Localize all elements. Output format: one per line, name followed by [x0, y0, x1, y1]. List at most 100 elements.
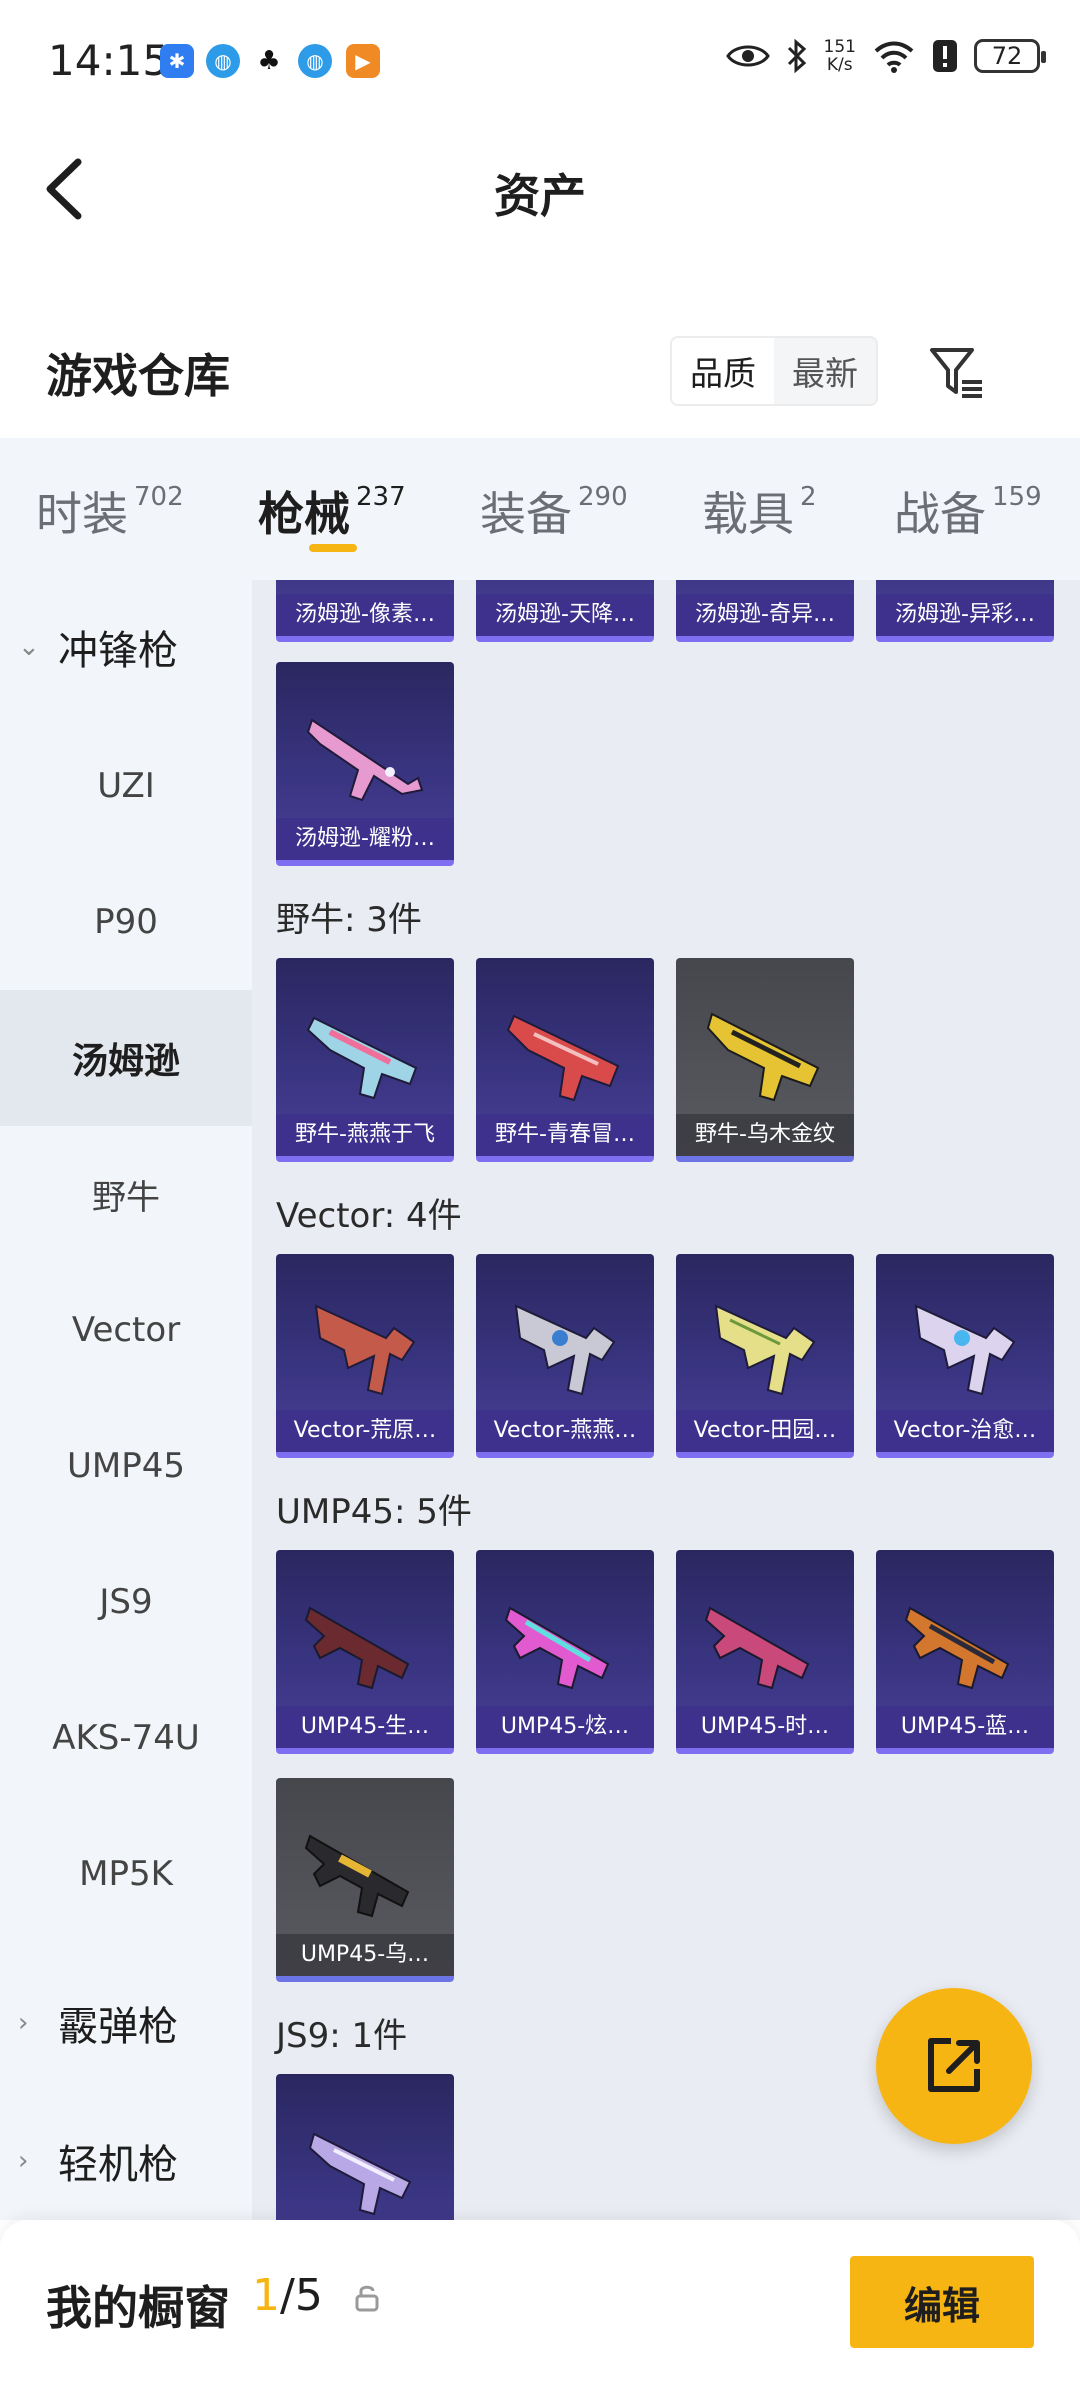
network-speed-value: 151	[823, 37, 856, 57]
sidebar-item-p90[interactable]: P90	[0, 854, 252, 990]
skin-card[interactable]: 野牛-青春冒…	[476, 958, 654, 1162]
tab-vehicles[interactable]: 载具 2	[702, 478, 817, 544]
sidebar-item-js9[interactable]: JS9	[0, 1534, 252, 1670]
tab-label: 时装	[36, 487, 128, 541]
skin-card[interactable]: UMP45-蓝…	[876, 1550, 1054, 1754]
skin-name: 汤姆逊-耀粉…	[276, 818, 454, 860]
section-title-bizon: 野牛: 3件	[276, 900, 422, 940]
page-header: 资产	[0, 124, 1080, 254]
active-tab-indicator	[309, 544, 357, 552]
sidebar-category-label: 轻机枪	[58, 2142, 178, 2188]
warehouse-title: 游戏仓库	[46, 349, 230, 403]
skin-name: 汤姆逊-异彩…	[876, 594, 1054, 636]
sidebar-item-aks74u[interactable]: AKS-74U	[0, 1670, 252, 1806]
tab-label: 战备	[894, 487, 986, 541]
sort-toggle: 品质 最新	[670, 336, 878, 406]
sidebar-category-lmg[interactable]: › 轻机枪	[0, 2106, 252, 2216]
gun-thumbnail-icon	[704, 1606, 810, 1690]
tab-label: 装备	[480, 487, 572, 541]
showcase-total: /5	[280, 2270, 323, 2321]
category-tabs: 时装 702 枪械 237 装备 290 载具 2 战备 159	[0, 438, 1080, 580]
gun-thumbnail-icon	[706, 1012, 820, 1102]
skin-card[interactable]: Vector-燕燕…	[476, 1254, 654, 1458]
share-external-icon	[928, 2038, 980, 2092]
tab-label: 载具	[702, 487, 794, 541]
edit-button[interactable]: 编辑	[850, 2256, 1034, 2348]
skin-card[interactable]: UMP45-乌…	[276, 1778, 454, 1982]
skin-card[interactable]	[276, 2074, 454, 2220]
tab-fashion[interactable]: 时装 702	[36, 478, 184, 544]
showcase-current: 1	[252, 2270, 280, 2321]
battery-indicator: 72	[974, 39, 1046, 73]
status-time: 14:15	[48, 36, 170, 85]
gun-thumbnail-icon	[306, 1016, 418, 1100]
tab-count: 702	[134, 482, 184, 512]
tab-label: 枪械	[258, 487, 350, 541]
skin-name: 野牛-燕燕于飞	[276, 1114, 454, 1156]
skin-card[interactable]: Vector-田园…	[676, 1254, 854, 1458]
sidebar-category-smg[interactable]: ⌄ 冲锋枪	[0, 592, 252, 702]
filter-icon[interactable]	[928, 342, 988, 402]
tab-war-supplies[interactable]: 战备 159	[894, 478, 1042, 544]
skin-name: Vector-燕燕…	[476, 1410, 654, 1452]
status-bar: 14:15 ✱ ◍ ♣ ◍ ▶ 151 K/s 72	[0, 0, 1080, 124]
sidebar-item-vector[interactable]: Vector	[0, 1262, 252, 1398]
skin-card[interactable]: UMP45-生…	[276, 1550, 454, 1754]
sort-latest-button[interactable]: 最新	[774, 338, 876, 404]
browser-icon-2: ◍	[298, 44, 332, 78]
skin-card[interactable]: 汤姆逊-异彩…	[876, 580, 1054, 642]
sidebar-item-thompson[interactable]: 汤姆逊	[0, 990, 252, 1126]
lock-icon	[355, 2285, 379, 2312]
skin-name: Vector-治愈…	[876, 1410, 1054, 1452]
skin-name: UMP45-乌…	[276, 1934, 454, 1976]
tab-count: 237	[356, 482, 406, 512]
sidebar-item-ump45[interactable]: UMP45	[0, 1398, 252, 1534]
share-button[interactable]	[876, 1988, 1032, 2144]
skin-card[interactable]: Vector-治愈…	[876, 1254, 1054, 1458]
sidebar-item-bizon[interactable]: 野牛	[0, 1126, 252, 1262]
gun-thumbnail-icon	[308, 2132, 412, 2216]
skin-card[interactable]: 汤姆逊-像素…	[276, 580, 454, 642]
page-title: 资产	[494, 169, 586, 223]
wifi-icon	[874, 41, 914, 73]
section-title-ump45: UMP45: 5件	[276, 1492, 472, 1532]
skin-name: Vector-田园…	[676, 1410, 854, 1452]
tab-firearms[interactable]: 枪械 237	[258, 478, 406, 544]
chevron-right-icon: ›	[18, 2146, 29, 2176]
skin-card[interactable]: 野牛-燕燕于飞	[276, 958, 454, 1162]
chevron-down-icon: ⌄	[18, 632, 40, 662]
skin-card[interactable]: UMP45-炫…	[476, 1550, 654, 1754]
gun-thumbnail-icon	[506, 1014, 620, 1102]
gun-thumbnail-icon	[304, 1606, 410, 1690]
weapon-sidebar: ⌄ 冲锋枪 UZI P90 汤姆逊 野牛 Vector UMP45 JS9 AK…	[0, 580, 252, 2220]
skin-card[interactable]: 汤姆逊-奇异…	[676, 580, 854, 642]
showcase-title: 我的橱窗	[46, 2281, 230, 2335]
sidebar-item-mp5k[interactable]: MP5K	[0, 1806, 252, 1942]
skin-name: 野牛-青春冒…	[476, 1114, 654, 1156]
tab-count: 2	[800, 482, 817, 512]
skin-name: Vector-荒原…	[276, 1410, 454, 1452]
gun-thumbnail-icon	[914, 1304, 1016, 1396]
skin-card[interactable]: UMP45-时…	[676, 1550, 854, 1754]
tab-equipment[interactable]: 装备 290	[480, 478, 628, 544]
sidebar-category-shotgun[interactable]: › 霰弹枪	[0, 1968, 252, 2078]
skin-card[interactable]: 汤姆逊-天降…	[476, 580, 654, 642]
sidebar-item-uzi[interactable]: UZI	[0, 718, 252, 854]
gun-thumbnail-icon	[504, 1606, 610, 1690]
gun-thumbnail-icon	[314, 1304, 416, 1396]
gun-thumbnail-icon	[306, 718, 424, 802]
status-right-group: 151 K/s 72	[725, 37, 1046, 74]
skin-card[interactable]: Vector-荒原…	[276, 1254, 454, 1458]
skin-name: 汤姆逊-天降…	[476, 594, 654, 636]
skin-name: 野牛-乌木金纹	[676, 1114, 854, 1156]
skin-name: UMP45-时…	[676, 1706, 854, 1748]
skin-name: 汤姆逊-像素…	[276, 594, 454, 636]
section-title-vector: Vector: 4件	[276, 1196, 462, 1236]
weapon-grid: 汤姆逊-像素… 汤姆逊-天降… 汤姆逊-奇异… 汤姆逊-异彩… 汤姆逊-耀粉… …	[252, 580, 1080, 2220]
alert-icon	[933, 40, 957, 72]
qq-icon: ♣	[252, 44, 286, 78]
sort-quality-button[interactable]: 品质	[672, 338, 774, 404]
skin-card[interactable]: 汤姆逊-耀粉…	[276, 662, 454, 866]
browser-icon: ◍	[206, 44, 240, 78]
skin-card[interactable]: 野牛-乌木金纹	[676, 958, 854, 1162]
